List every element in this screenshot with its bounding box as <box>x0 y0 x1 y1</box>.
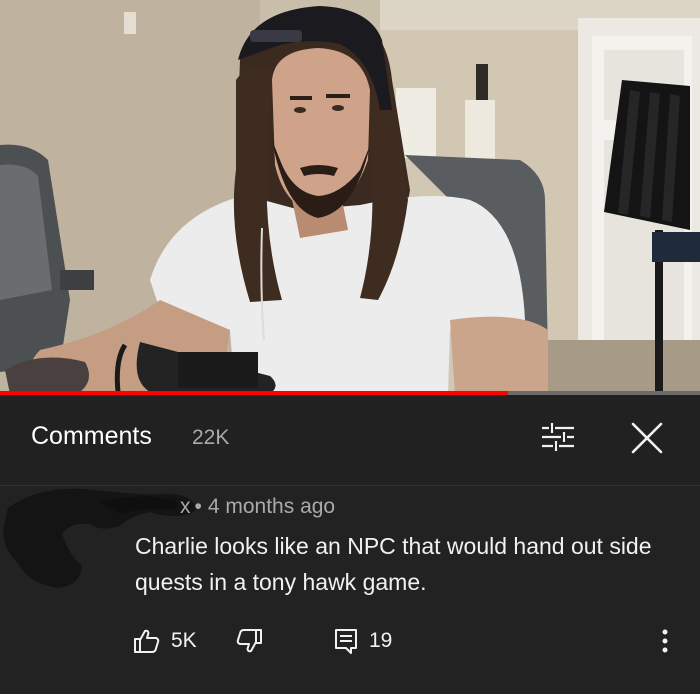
comment-timestamp: 4 months ago <box>207 495 336 518</box>
video-frame-image <box>0 0 700 394</box>
meta-separator: • <box>194 495 202 518</box>
more-options-button[interactable] <box>655 621 675 661</box>
video-player[interactable] <box>0 0 700 394</box>
comment-author[interactable]: x <box>180 495 191 518</box>
comment-item: x • 4 months ago Charlie looks like an NPC… <box>0 486 700 694</box>
like-button[interactable]: 5K <box>133 621 197 661</box>
comment-actions: 5K 19 <box>0 621 700 661</box>
comments-header: Comments 22K <box>0 395 700 485</box>
comment-text: Charlie looks like an NPC that would han… <box>135 533 652 595</box>
comments-title: Comments <box>31 422 152 450</box>
sliders-icon[interactable] <box>538 417 578 457</box>
comments-count: 22K <box>192 426 230 449</box>
more-vertical-icon <box>662 629 668 653</box>
reply-icon <box>335 629 357 654</box>
thumbs-down-icon <box>236 629 262 653</box>
close-icon[interactable] <box>627 418 667 458</box>
comment-meta: x • 4 months ago <box>180 495 335 519</box>
thumbs-up-icon <box>134 629 160 653</box>
dislike-button[interactable] <box>235 621 263 661</box>
reply-count: 19 <box>369 629 393 652</box>
like-count: 5K <box>171 629 197 652</box>
reply-button[interactable]: 19 <box>333 621 392 661</box>
